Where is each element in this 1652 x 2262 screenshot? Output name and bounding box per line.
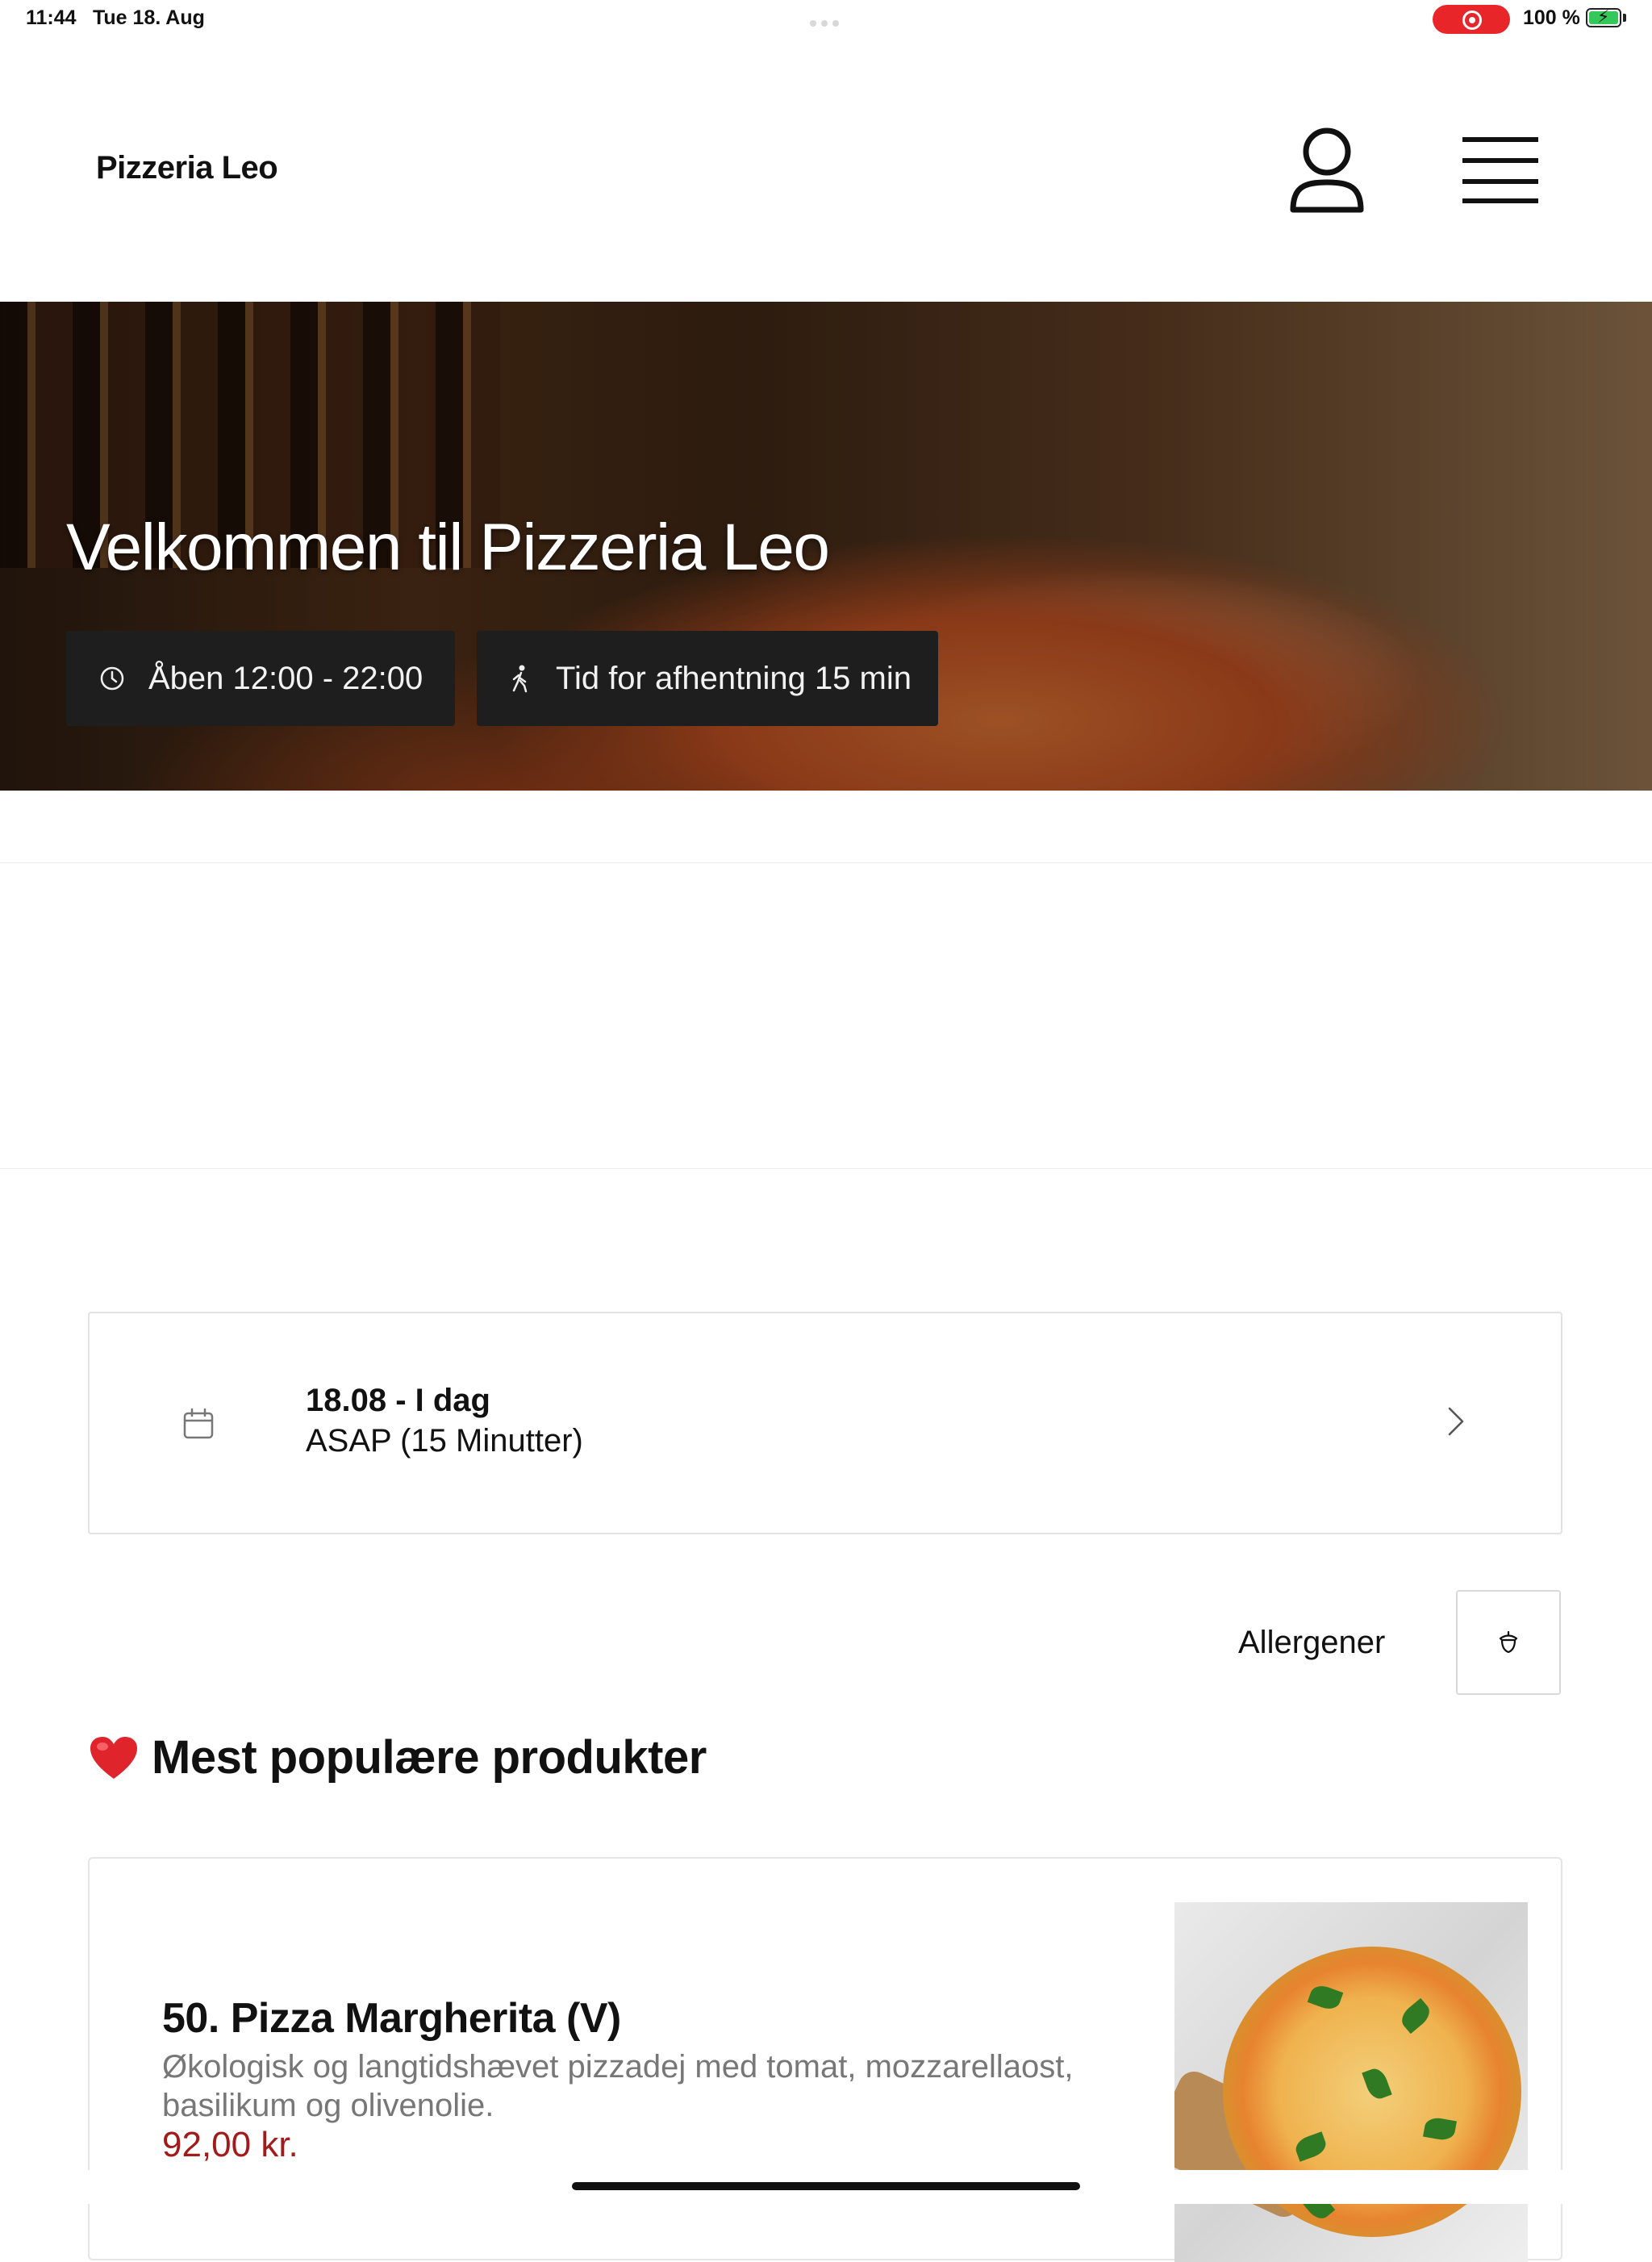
status-bar: 11:44 Tue 18. Aug 100 % ⚡ xyxy=(0,0,1652,39)
hero-title: Velkommen til Pizzeria Leo xyxy=(66,511,830,584)
screen-recording-icon[interactable] xyxy=(1433,5,1510,34)
walking-person-icon xyxy=(512,665,528,693)
product-description: Økologisk og langtidshævet pizzadej med … xyxy=(162,2049,1074,2123)
pickup-date-selector[interactable]: 18.08 - I dag ASAP (15 Minutter) xyxy=(88,1312,1562,1534)
opening-hours-badge: Åben 12:00 - 22:00 xyxy=(66,631,455,726)
product-price: 92,00 kr. xyxy=(162,2125,298,2164)
chevron-right-icon xyxy=(1448,1407,1464,1436)
hero-banner: Velkommen til Pizzeria Leo Åben 12:00 - … xyxy=(0,302,1652,791)
pickup-time-text: Tid for afhentning 15 min xyxy=(556,660,912,696)
battery-percentage: 100 % xyxy=(1523,6,1580,29)
user-icon xyxy=(1290,127,1364,213)
popular-products-heading: Mest populære produkter xyxy=(89,1730,707,1784)
product-name: 50. Pizza Margherita (V) xyxy=(162,1995,621,2042)
divider xyxy=(0,1168,1652,1169)
pickup-date: 18.08 - I dag xyxy=(306,1383,490,1418)
battery-icon: ⚡ xyxy=(1586,7,1621,27)
user-account-button[interactable] xyxy=(1287,123,1367,219)
product-image xyxy=(1174,1902,1528,2262)
heart-icon xyxy=(90,1736,137,1779)
pickup-time: ASAP (15 Minutter) xyxy=(306,1423,583,1459)
allergens-button[interactable] xyxy=(1456,1590,1561,1695)
divider xyxy=(0,862,1652,863)
status-date: Tue 18. Aug xyxy=(93,6,205,29)
clock-icon xyxy=(100,666,124,691)
hamburger-menu-icon xyxy=(1462,137,1538,203)
acorn-icon xyxy=(1499,1630,1518,1654)
home-indicator[interactable] xyxy=(572,2182,1080,2190)
calendar-icon xyxy=(183,1408,214,1439)
allergens-label[interactable]: Allergener xyxy=(1238,1625,1385,1661)
brand-title[interactable]: Pizzeria Leo xyxy=(96,150,278,186)
section-title-text: Mest populære produkter xyxy=(152,1731,707,1784)
opening-hours-text: Åben 12:00 - 22:00 xyxy=(148,660,423,696)
status-time: 11:44 xyxy=(26,6,77,29)
menu-button[interactable] xyxy=(1458,134,1542,207)
pickup-time-badge: Tid for afhentning 15 min xyxy=(477,631,938,726)
battery-tip xyxy=(1623,14,1626,22)
multitasking-dots-icon[interactable] xyxy=(810,16,844,27)
